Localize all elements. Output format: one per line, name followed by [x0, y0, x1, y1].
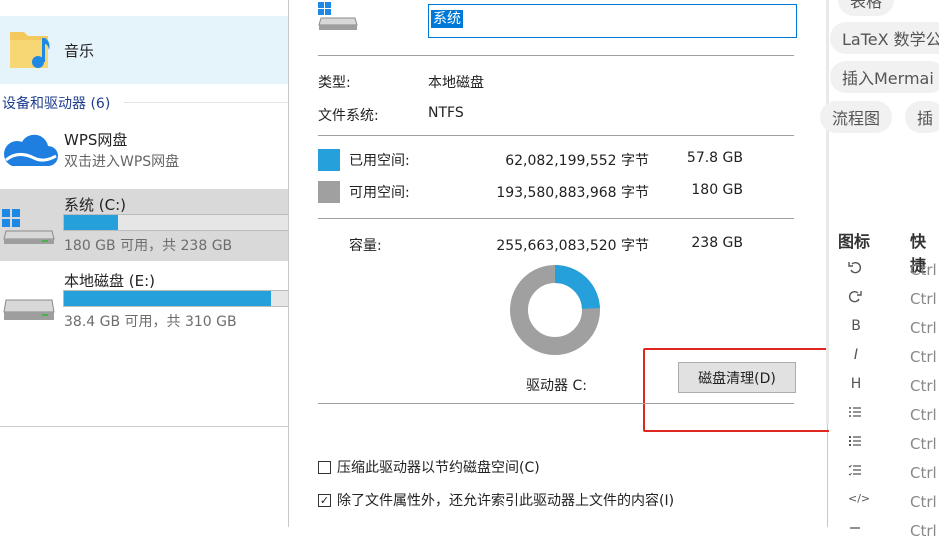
task-list-icon [848, 463, 864, 477]
shortcut-text: Ctrl [910, 261, 937, 279]
disk-usage-donut [510, 265, 600, 355]
drive-name-selected-text: 系统 [431, 10, 463, 28]
devices-group-header[interactable]: 设备和驱动器 (6) [2, 93, 110, 113]
drive-e-usage-fill [64, 291, 271, 306]
used-space-gb: 57.8 GB [686, 150, 743, 166]
separator [318, 55, 794, 56]
chip-mermaid[interactable]: 插入Mermai [830, 61, 939, 93]
more-icon [848, 521, 864, 535]
local-drive-icon [3, 299, 55, 320]
wps-drive-title: WPS网盘 [64, 131, 128, 149]
shortcut-text: Ctrl [910, 522, 937, 540]
chip-table[interactable]: 表格 [838, 0, 895, 16]
compress-label: 压缩此驱动器以节约磁盘空间(C) [337, 460, 540, 476]
drive-e-name: 本地磁盘 (E:) [64, 272, 156, 290]
drive-c-usage-bar [63, 214, 290, 231]
index-label: 除了文件属性外，还允许索引此驱动器上文件的内容(I) [337, 493, 675, 509]
heading-icon: H [850, 376, 862, 392]
capacity-gb: 238 GB [691, 235, 743, 251]
chip-latex[interactable]: LaTeX 数学公 [830, 22, 939, 54]
music-folder-label: 音乐 [64, 42, 95, 60]
group-divider [124, 102, 290, 103]
drive-e-usage-bar [63, 290, 290, 307]
free-space-label: 可用空间: [349, 185, 410, 201]
undo-icon [848, 260, 864, 274]
shortcut-text: Ctrl [910, 290, 937, 308]
ordered-list-icon [848, 405, 864, 419]
free-space-swatch [318, 181, 340, 203]
explorer-pane: 音乐 设备和驱动器 (6) WPS网盘 双击进入WPS网盘 系统 (C:) 18… [0, 0, 290, 427]
shortcut-text: Ctrl [910, 377, 937, 395]
system-drive-icon [2, 209, 55, 244]
shortcut-text: Ctrl [910, 435, 937, 453]
separator [318, 218, 794, 219]
red-highlight-annotation [643, 348, 839, 432]
index-option[interactable]: ✓ 除了文件属性外，还允许索引此驱动器上文件的内容(I) [318, 490, 674, 510]
chip-insert[interactable]: 插 [905, 101, 939, 133]
unordered-list-icon [848, 434, 864, 448]
drive-c-info: 180 GB 可用，共 238 GB [64, 238, 233, 254]
drive-name-input[interactable]: 系统 [428, 4, 797, 38]
bold-icon: B [851, 318, 861, 334]
compress-option[interactable]: 压缩此驱动器以节约磁盘空间(C) [318, 457, 540, 477]
icon-column-header: 图标 [838, 232, 871, 251]
chip-flowchart[interactable]: 流程图 [820, 101, 893, 133]
capacity-bytes: 255,663,083,520 字节 [496, 238, 649, 254]
wps-cloud-icon [4, 134, 58, 166]
compress-checkbox[interactable] [318, 460, 331, 474]
used-space-label: 已用空间: [349, 153, 410, 169]
index-checkbox[interactable]: ✓ [318, 493, 331, 507]
music-folder-icon [10, 32, 50, 68]
separator [318, 135, 794, 136]
capacity-label: 容量: [349, 238, 382, 254]
wps-drive-subtitle: 双击进入WPS网盘 [64, 154, 180, 170]
drive-c-name: 系统 (C:) [64, 196, 126, 214]
drive-e-info: 38.4 GB 可用，共 310 GB [64, 314, 237, 330]
type-value: 本地磁盘 [428, 75, 484, 91]
shortcut-text: Ctrl [910, 406, 937, 424]
shortcut-text: Ctrl [910, 493, 937, 511]
shortcut-text: Ctrl [910, 348, 937, 366]
drive-c-usage-fill [64, 215, 118, 230]
italic-icon: I [853, 347, 859, 363]
type-label: 类型: [318, 75, 351, 91]
free-space-gb: 180 GB [691, 182, 743, 198]
redo-icon [848, 289, 864, 303]
shortcut-text: Ctrl [910, 319, 937, 337]
shortcut-text: Ctrl [910, 464, 937, 482]
drive-icon [318, 2, 358, 30]
separator [318, 403, 794, 404]
drive-caption: 驱动器 C: [526, 378, 587, 394]
free-space-bytes: 193,580,883,968 字节 [496, 185, 649, 201]
used-space-bytes: 62,082,199,552 字节 [505, 153, 649, 169]
used-space-swatch [318, 149, 340, 171]
filesystem-label: 文件系统: [318, 108, 379, 124]
filesystem-value: NTFS [428, 105, 464, 121]
code-icon: </> [848, 492, 871, 505]
